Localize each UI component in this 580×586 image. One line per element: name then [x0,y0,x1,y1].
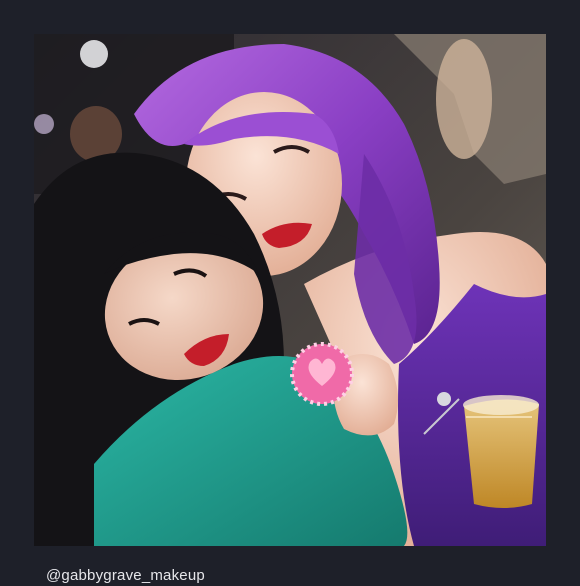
selfie-image [34,34,546,546]
drink-glass [464,399,539,508]
flower-decoration [80,40,108,68]
background-seat [436,39,492,159]
caption-handle[interactable]: @gabbygrave_makeup [46,566,205,586]
post-photo[interactable] [34,34,546,546]
